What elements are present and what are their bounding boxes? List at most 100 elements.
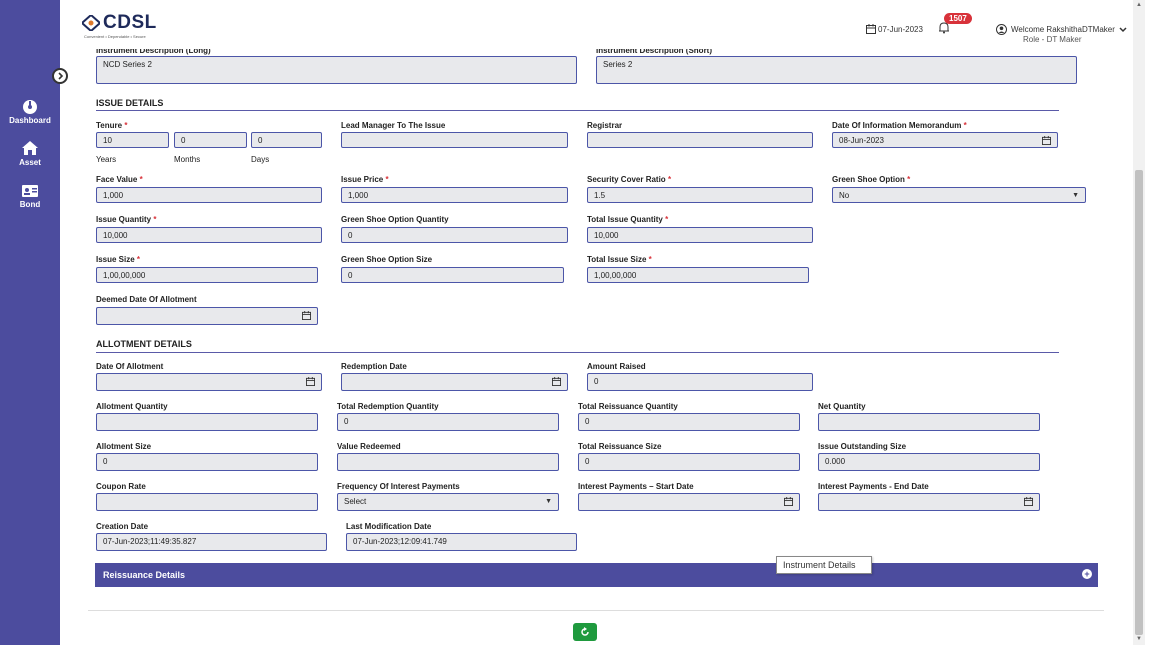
memo-date-input[interactable]: 08-Jun-2023 <box>832 132 1058 148</box>
issue-details-heading: ISSUE DETAILS <box>96 98 164 108</box>
registrar-label: Registrar <box>587 121 623 130</box>
int-start-input[interactable] <box>578 493 800 511</box>
amount-raised-input[interactable]: 0 <box>587 373 813 391</box>
freq-label: Frequency Of Interest Payments <box>337 482 460 491</box>
green-shoe-value: No <box>839 191 850 200</box>
allotment-size-label: Allotment Size <box>96 442 152 451</box>
total-reiss-qty-input[interactable]: 0 <box>578 413 800 431</box>
plus-circle-icon[interactable]: + <box>1082 569 1092 579</box>
id-card-icon <box>22 185 38 197</box>
sidebar-item-bond[interactable]: Bond <box>0 184 60 209</box>
long-desc-input[interactable]: NCD Series 2 <box>96 56 577 84</box>
calendar-icon[interactable] <box>306 377 315 386</box>
calendar-icon[interactable] <box>1042 136 1051 145</box>
issue-size-input[interactable]: 1,00,00,000 <box>96 267 318 283</box>
tenure-months-input[interactable]: 0 <box>174 132 247 148</box>
deemed-date-input[interactable] <box>96 307 318 325</box>
tooltip: Instrument Details <box>776 556 872 574</box>
refresh-button[interactable] <box>573 623 597 641</box>
creation-date-label: Creation Date <box>96 522 149 531</box>
tenure-years-input[interactable]: 10 <box>96 132 169 148</box>
tenure-label: Tenure * <box>96 121 128 130</box>
header: CDSL Convenient • Dependable • Secure 07… <box>60 0 1133 48</box>
scroll-down-arrow[interactable]: ▼ <box>1136 636 1142 642</box>
caret-down-icon: ▼ <box>1072 192 1079 199</box>
lead-manager-input[interactable] <box>341 132 568 148</box>
allotment-qty-input[interactable] <box>96 413 318 431</box>
creation-date-input[interactable]: 07-Jun-2023;11:49:35.827 <box>96 533 327 551</box>
total-issue-size-input[interactable]: 1,00,00,000 <box>587 267 809 283</box>
issue-qty-input[interactable]: 10,000 <box>96 227 322 243</box>
redemption-date-input[interactable] <box>341 373 568 391</box>
green-shoe-select[interactable]: No ▼ <box>832 187 1086 203</box>
net-qty-input[interactable] <box>818 413 1040 431</box>
welcome-text: Welcome RakshithaDTMaker <box>1011 25 1115 34</box>
scrollbar-thumb[interactable] <box>1135 170 1143 635</box>
reissuance-details-accordion[interactable]: Reissuance Details + <box>95 563 1098 587</box>
allotment-qty-label: Allotment Quantity <box>96 402 168 411</box>
issue-qty-label: Issue Quantity * <box>96 215 157 224</box>
user-menu[interactable]: Welcome RakshithaDTMaker Role - DT Maker <box>996 24 1127 44</box>
sidebar-label: Bond <box>19 200 41 209</box>
sidebar-label: Dashboard <box>9 116 51 125</box>
page-scrollbar[interactable]: ▲ ▼ <box>1133 0 1145 645</box>
tenure-days-input[interactable]: 0 <box>251 132 322 148</box>
user-role: Role - DT Maker <box>1023 35 1082 44</box>
allotment-size-input[interactable]: 0 <box>96 453 318 471</box>
outstanding-size-input[interactable]: 0.000 <box>818 453 1040 471</box>
security-cover-input[interactable]: 1.5 <box>587 187 813 203</box>
lastmod-date-input[interactable]: 07-Jun-2023;12:09:41.749 <box>346 533 577 551</box>
gs-size-input[interactable]: 0 <box>341 267 564 283</box>
lastmod-date-label: Last Modification Date <box>346 522 432 531</box>
sidebar-item-dashboard[interactable]: Dashboard <box>0 98 60 125</box>
total-issue-size-label: Total Issue Size * <box>587 255 652 264</box>
face-value-input[interactable]: 1,000 <box>96 187 322 203</box>
calendar-icon[interactable] <box>302 311 311 320</box>
registrar-input[interactable] <box>587 132 813 148</box>
total-reiss-size-label: Total Reissuance Size <box>578 442 662 451</box>
section-divider <box>96 110 1059 111</box>
sidebar-item-asset[interactable]: Asset <box>0 140 60 167</box>
amount-raised-label: Amount Raised <box>587 362 646 371</box>
calendar-icon[interactable] <box>1024 497 1033 506</box>
redemption-date-label: Redemption Date <box>341 362 407 371</box>
days-caption: Days <box>251 155 270 164</box>
coupon-rate-label: Coupon Rate <box>96 482 146 491</box>
sidebar-label: Asset <box>19 158 41 167</box>
months-caption: Months <box>174 155 201 164</box>
years-caption: Years <box>96 155 117 164</box>
calendar-icon[interactable] <box>552 377 561 386</box>
freq-select[interactable]: Select ▼ <box>337 493 559 511</box>
sidebar: Dashboard Asset Bond <box>0 0 60 645</box>
memo-date-value: 08-Jun-2023 <box>839 136 884 145</box>
section-divider <box>96 352 1059 353</box>
memo-date-label: Date Of Information Memorandum * <box>832 121 967 130</box>
value-redeemed-input[interactable] <box>337 453 559 471</box>
total-red-qty-input[interactable]: 0 <box>337 413 559 431</box>
deemed-date-label: Deemed Date Of Allotment <box>96 295 197 304</box>
coupon-rate-input[interactable] <box>96 493 318 511</box>
calendar-icon[interactable] <box>784 497 793 506</box>
reissuance-title: Reissuance Details <box>103 570 186 580</box>
short-desc-input[interactable]: Series 2 <box>596 56 1077 84</box>
int-end-input[interactable] <box>818 493 1040 511</box>
scroll-up-arrow[interactable]: ▲ <box>1136 2 1142 8</box>
allotment-date-input[interactable] <box>96 373 322 391</box>
notification-badge[interactable]: 1507 <box>944 13 972 24</box>
freq-value: Select <box>344 497 367 506</box>
net-qty-label: Net Quantity <box>818 402 866 411</box>
sidebar-toggle-button[interactable] <box>52 68 68 84</box>
home-icon <box>22 141 38 155</box>
gs-qty-input[interactable]: 0 <box>341 227 568 243</box>
total-reiss-size-input[interactable]: 0 <box>578 453 800 471</box>
issue-price-input[interactable]: 1,000 <box>341 187 568 203</box>
outstanding-size-label: Issue Outstanding Size <box>818 442 907 451</box>
int-start-label: Interest Payments – Start Date <box>578 482 694 491</box>
cdsl-logo: CDSL Convenient • Dependable • Secure <box>82 12 157 39</box>
total-red-qty-label: Total Redemption Quantity <box>337 402 439 411</box>
calendar-icon <box>866 24 876 34</box>
green-shoe-label: Green Shoe Option * <box>832 175 911 184</box>
brand-tagline: Convenient • Dependable • Secure <box>84 34 146 39</box>
dashboard-icon <box>23 100 37 114</box>
total-issue-qty-input[interactable]: 10,000 <box>587 227 813 243</box>
